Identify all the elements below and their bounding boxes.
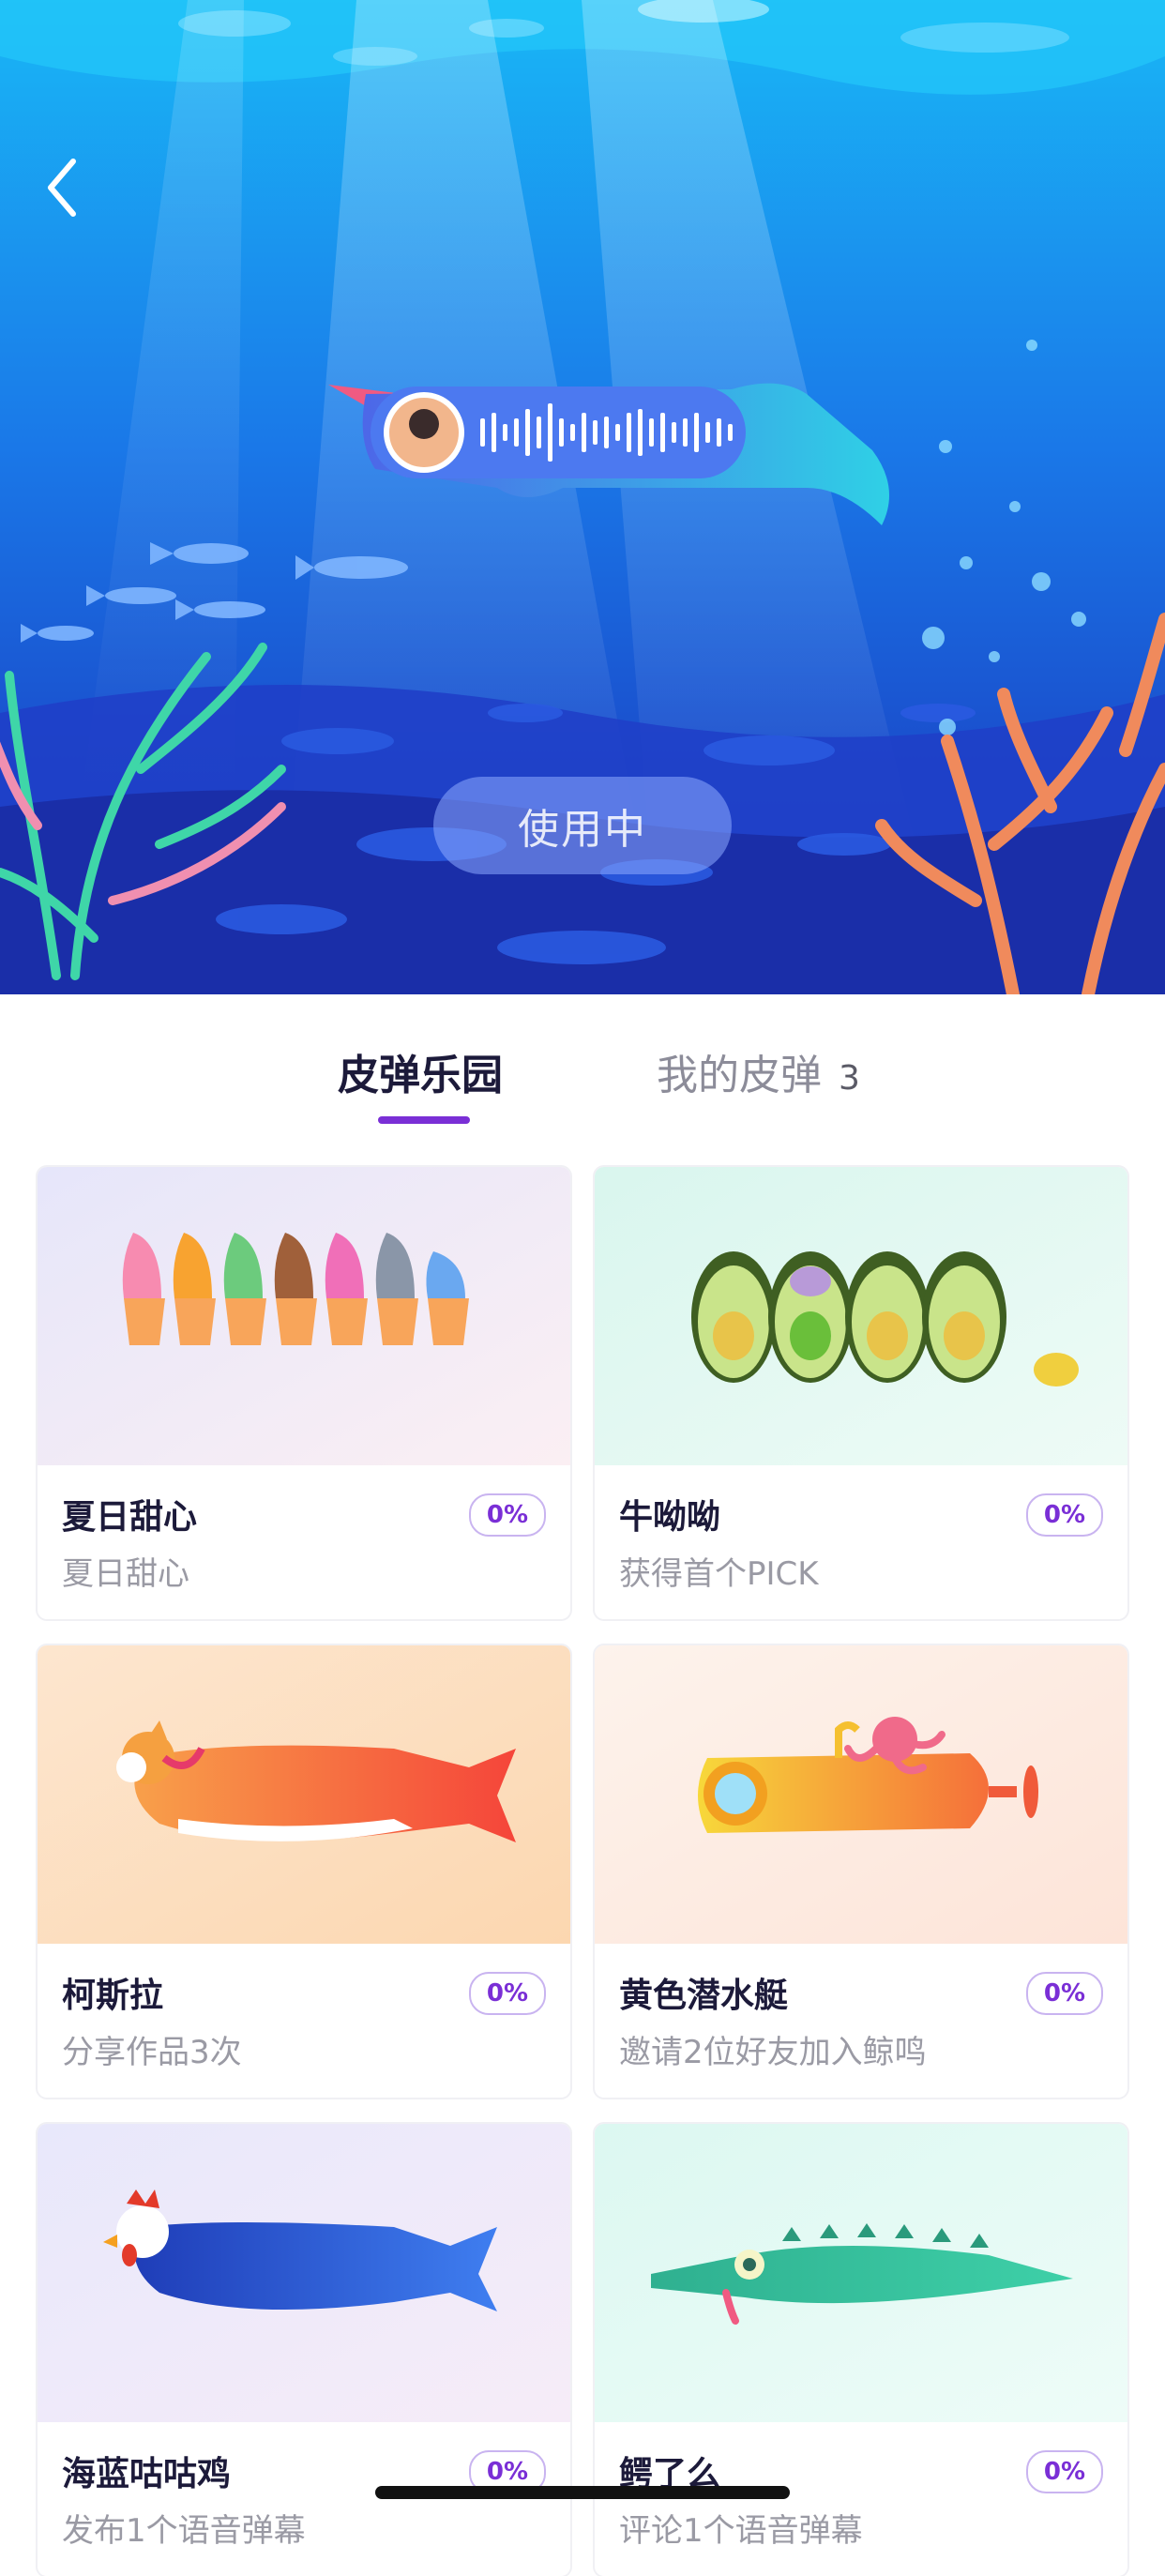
skin-unlock-condition: 分享作品3次 (62, 2034, 242, 2071)
skin-preview-banner: 使用中 (0, 0, 1165, 994)
tab-label: 我的皮弹 (657, 1052, 822, 1099)
skin-name: 黄色潜水艇 (619, 1977, 789, 2015)
home-indicator[interactable] (375, 2486, 790, 2499)
progress-badge: 0% (1026, 2450, 1103, 2493)
rooster-fish-skin-art (38, 2124, 570, 2422)
crocodile-skin-art (595, 2124, 1127, 2422)
skin-card[interactable]: 黄色潜水艇 邀请2位好友加入鲸鸣 0% (595, 1645, 1127, 2098)
skin-card[interactable]: 柯斯拉 分享作品3次 0% (38, 1645, 570, 2098)
progress-badge: 0% (1026, 1972, 1103, 2015)
progress-badge: 0% (469, 1972, 546, 2015)
avocado-skin-art (595, 1167, 1127, 1465)
tab-my-skins[interactable]: 我的皮弹 3 (657, 1041, 860, 1101)
corgi-fish-skin-art (38, 1645, 570, 1944)
skin-unlock-condition: 获得首个PICK (619, 1555, 819, 1593)
skin-name: 夏日甜心 (62, 1498, 198, 1537)
tab-skin-park[interactable]: 皮弹乐园 (338, 1041, 503, 1101)
skin-card[interactable]: 夏日甜心 夏日甜心 0% (38, 1167, 570, 1619)
skin-unlock-condition: 评论1个语音弹幕 (619, 2512, 863, 2550)
skin-card[interactable]: 海蓝咕咕鸡 发布1个语音弹幕 0% (38, 2124, 570, 2576)
ice-cream-skin-art (38, 1167, 570, 1465)
skin-card[interactable]: 牛呦呦 获得首个PICK 0% (595, 1167, 1127, 1619)
skin-unlock-condition: 发布1个语音弹幕 (62, 2512, 306, 2550)
in-use-button[interactable]: 使用中 (433, 777, 732, 874)
chevron-left-icon (48, 159, 76, 217)
progress-badge: 0% (469, 1493, 546, 1537)
progress-badge: 0% (1026, 1493, 1103, 1537)
tab-label: 皮弹乐园 (338, 1052, 503, 1099)
skin-unlock-condition: 邀请2位好友加入鲸鸣 (619, 2034, 927, 2071)
skin-card[interactable]: 鳄了么 评论1个语音弹幕 0% (595, 2124, 1127, 2576)
skin-unlock-condition: 夏日甜心 (62, 1555, 189, 1593)
skin-name: 牛呦呦 (619, 1498, 721, 1537)
active-tab-indicator (378, 1116, 470, 1124)
back-button[interactable] (38, 150, 94, 225)
tab-bar: 皮弹乐园 我的皮弹 3 (0, 994, 1165, 1135)
submarine-skin-art (595, 1645, 1127, 1944)
tab-count-badge: 3 (839, 1059, 860, 1098)
skin-name: 柯斯拉 (62, 1977, 164, 2015)
skin-name: 海蓝咕咕鸡 (62, 2455, 232, 2493)
